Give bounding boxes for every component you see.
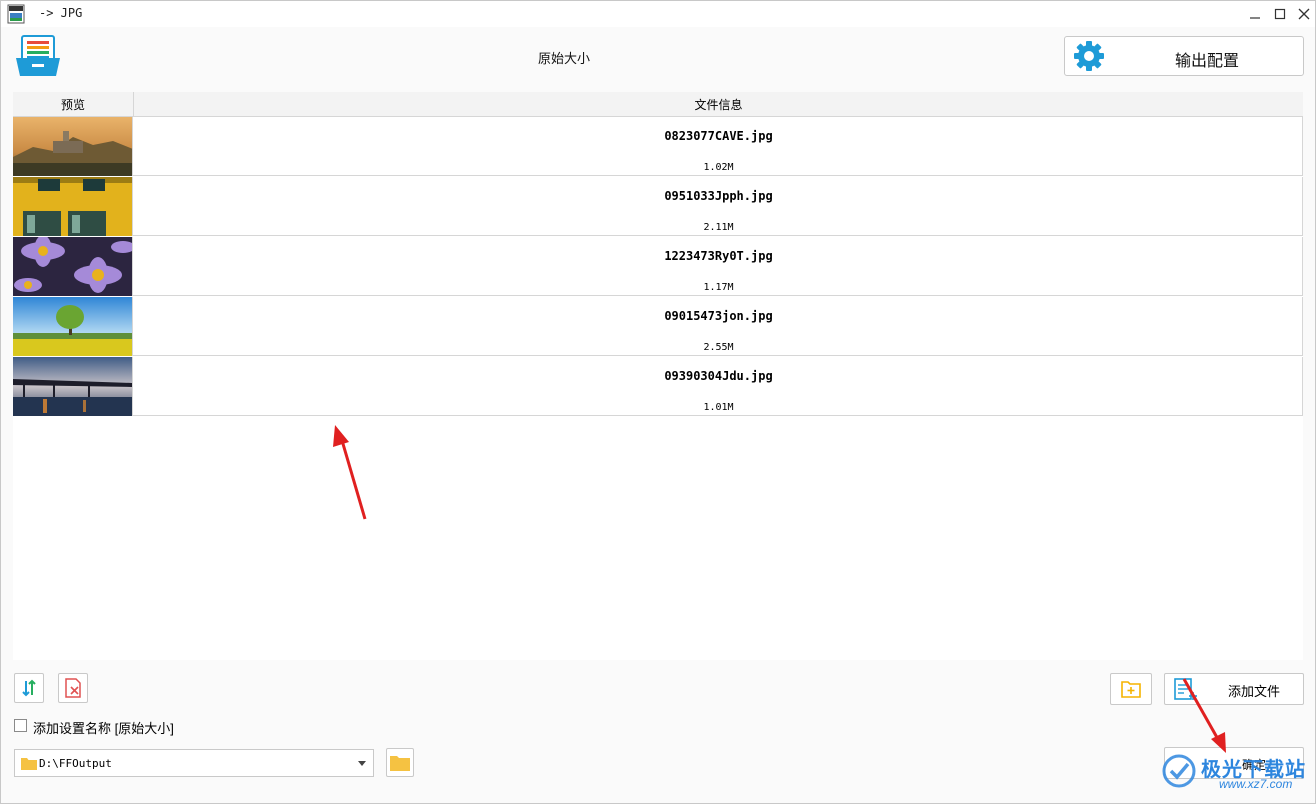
file-name: 09015473jon.jpg: [664, 309, 773, 323]
minimize-icon: [1250, 17, 1260, 19]
page-title: 原始大小: [538, 51, 591, 66]
maximize-icon: [1274, 8, 1286, 20]
maximize-button[interactable]: [1268, 3, 1292, 25]
close-icon: [1298, 8, 1310, 20]
thumbnail-image: [13, 237, 133, 296]
tree-field-thumbnail: [13, 297, 132, 356]
file-size: 1.17M: [703, 282, 734, 293]
output-config-button[interactable]: 输出配置: [1064, 36, 1304, 76]
add-folder-icon: [1121, 681, 1141, 698]
file-size: 2.11M: [703, 222, 734, 233]
thumbnail-image: [13, 117, 133, 176]
app-window: -> JPG 原始大小 输出配置 预览 文件信息 0823077CAVE.jpg…: [0, 0, 1316, 804]
add-setting-name-checkbox[interactable]: [14, 719, 27, 732]
thumbnail-image: [13, 297, 133, 356]
output-config-label: 输出配置: [1175, 53, 1240, 70]
add-folder-button[interactable]: [1110, 673, 1152, 705]
purple-daisies-thumbnail: [13, 237, 132, 296]
yellow-windows-thumbnail: [13, 177, 132, 236]
castle-sunset-thumbnail: [13, 117, 132, 176]
browse-folder-button[interactable]: [386, 748, 414, 777]
sort-button[interactable]: [14, 673, 44, 703]
table-row[interactable]: 0951033Jpph.jpg 2.11M: [13, 177, 1303, 236]
title-bar: -> JPG: [1, 1, 1315, 27]
file-name: 1223473Ry0T.jpg: [664, 249, 773, 263]
column-header-file-info[interactable]: 文件信息: [134, 92, 1303, 116]
table-row[interactable]: 09390304Jdu.jpg 1.01M: [13, 357, 1303, 416]
chevron-down-icon: [358, 761, 366, 766]
output-path-value: D:\FFOutput: [39, 757, 112, 770]
folder-icon: [21, 758, 37, 770]
watermark-logo-icon: [1162, 754, 1196, 788]
add-file-icon: [1174, 678, 1197, 700]
folder-icon: [390, 755, 410, 771]
watermark-url: www.xz7.com: [1219, 777, 1293, 791]
file-name: 09390304Jdu.jpg: [664, 369, 773, 383]
table-row[interactable]: 09015473jon.jpg 2.55M: [13, 297, 1303, 356]
add-files-label: 添加文件: [1228, 684, 1281, 699]
bridge-night-thumbnail: [13, 357, 132, 416]
table-row[interactable]: 1223473Ry0T.jpg 1.17M: [13, 237, 1303, 296]
output-path-dropdown[interactable]: D:\FFOutput: [14, 749, 374, 777]
window-title: -> JPG: [39, 6, 83, 20]
clear-list-button[interactable]: [58, 673, 88, 703]
app-logo-icon: [16, 35, 60, 76]
file-size: 1.02M: [703, 162, 734, 173]
app-icon: [7, 4, 25, 24]
delete-file-icon: [65, 678, 81, 698]
column-header-preview[interactable]: 预览: [13, 92, 134, 116]
thumbnail-image: [13, 357, 133, 416]
gear-icon: [1074, 41, 1104, 71]
file-size: 1.01M: [703, 402, 734, 413]
table-header: 预览 文件信息: [13, 92, 1303, 117]
file-name: 0823077CAVE.jpg: [664, 129, 773, 143]
table-row[interactable]: 0823077CAVE.jpg 1.02M: [13, 117, 1303, 176]
file-size: 2.55M: [703, 342, 734, 353]
close-button[interactable]: [1292, 3, 1316, 25]
add-files-button[interactable]: 添加文件: [1164, 673, 1304, 705]
file-table: 预览 文件信息 0823077CAVE.jpg 1.02M 0951033Jpp…: [13, 92, 1303, 660]
add-setting-name-label: 添加设置名称 [原始大小]: [33, 721, 174, 736]
minimize-button[interactable]: [1243, 3, 1267, 25]
thumbnail-image: [13, 177, 133, 236]
sort-arrows-icon: [22, 679, 36, 697]
file-name: 0951033Jpph.jpg: [664, 189, 773, 203]
